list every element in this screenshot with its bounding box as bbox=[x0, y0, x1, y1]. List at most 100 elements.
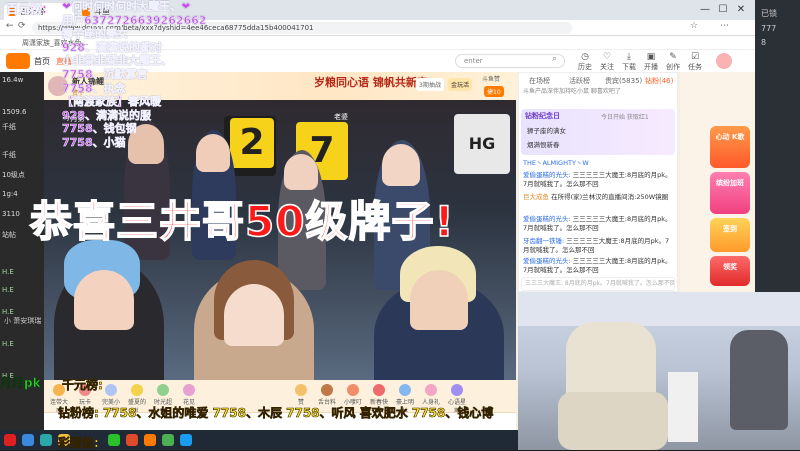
overlay-thousand-rank: 千元榜: bbox=[62, 378, 103, 393]
overlay-rank-line: 928、满满说的服 bbox=[62, 108, 152, 122]
close-icon[interactable]: ✕ bbox=[732, 2, 750, 18]
ad-card[interactable]: 领奖 bbox=[710, 256, 750, 286]
chat-notice: 斗鱼产品深伴加持吃小鼠 聊喜欢吧了 bbox=[523, 88, 621, 95]
follow-icon[interactable]: ♡ 关注 bbox=[596, 52, 618, 72]
open-icon[interactable]: ▣ 开播 bbox=[640, 52, 662, 72]
menu-icon[interactable]: ⋯ bbox=[720, 21, 729, 31]
overlay-rank-line: 【南渡家族】春风暖 bbox=[62, 95, 162, 109]
history-icon[interactable]: ◷ 历史 bbox=[574, 52, 596, 72]
webcam-wall bbox=[518, 292, 800, 326]
overlay-rank-line: 小韭菜韭菜韭大魔王、 bbox=[62, 54, 173, 68]
right-ads: 心动 K歌 缤纷加班 签到 领奖 bbox=[680, 72, 755, 292]
new-year-banner: 岁粮同心语 锦帆共新春 bbox=[314, 76, 428, 89]
wechat-icon[interactable] bbox=[108, 434, 120, 446]
ad-card[interactable]: 缤纷加班 bbox=[710, 172, 750, 214]
left-nav-item[interactable]: 16.4w bbox=[2, 76, 42, 84]
fans-card-sub: 今日开始 获取红1 bbox=[601, 114, 649, 121]
fans-user[interactable]: 烟满恨新春 bbox=[527, 139, 560, 149]
follow-label[interactable]: 斗鱼赞 bbox=[482, 74, 500, 83]
person-face bbox=[382, 144, 420, 186]
gold-button[interactable]: 金玩活 bbox=[448, 78, 473, 91]
overlay-rank-list: ❤何时何时何时大魔王、❤ 用户6372726639262662 狮子座的美女 9… bbox=[62, 0, 207, 150]
star-icon[interactable]: ☆ bbox=[690, 21, 698, 31]
person-face bbox=[74, 270, 134, 330]
overlay-pk-label: 月月pk bbox=[0, 376, 41, 391]
left-nav-item[interactable]: H.E bbox=[2, 340, 42, 348]
nav-home[interactable]: 首页 bbox=[34, 56, 50, 67]
gift-item[interactable]: 花见 bbox=[178, 384, 200, 406]
chat-message: 牙齿翻一铁锤: 三三三三三大魔王:8月底的月pk。7月就喊我了。怎么那不回 bbox=[523, 237, 670, 254]
person-face bbox=[410, 270, 468, 330]
overlay-rank-line: 7758、沉默寡言 bbox=[62, 67, 148, 82]
strip-label: 已锁 bbox=[761, 9, 777, 18]
chat-message: THE丶ALMIGHTY丶W bbox=[523, 159, 589, 167]
left-nav-item[interactable]: 千纸 bbox=[2, 150, 42, 160]
chat-input[interactable]: 三三三大魔王: 8月底的月pk。7月就喊我了。怎么那不回 bbox=[521, 277, 675, 291]
tab-active-rank[interactable]: 活跃榜 bbox=[569, 76, 590, 86]
stage-sign: 老婆 bbox=[334, 113, 348, 121]
avatar[interactable] bbox=[716, 53, 732, 69]
fans-anniversary-card: 钻粉纪念日 今日开始 获取红1 狮子座的满女 烟满恨新春 bbox=[521, 109, 675, 155]
minimize-icon[interactable]: — bbox=[696, 2, 714, 18]
rank-button[interactable]: 3期抽战 bbox=[416, 78, 444, 91]
overlay-rank-line: 7758、小猫 bbox=[62, 135, 126, 150]
chair-seat bbox=[558, 392, 668, 450]
left-nav-item[interactable]: H.E bbox=[2, 286, 42, 294]
gift-item[interactable]: 小嗲叮 bbox=[342, 384, 364, 406]
poster-hg: HG bbox=[454, 114, 510, 174]
poster-number: 2 bbox=[230, 118, 274, 168]
webcam-feed bbox=[518, 292, 800, 450]
ad-card[interactable]: 心动 K歌 bbox=[710, 126, 750, 168]
douyu-logo-icon[interactable] bbox=[6, 53, 30, 69]
overlay-rank-line: 928、满满说的都对 bbox=[62, 40, 163, 54]
tab-diamond-fans[interactable]: 钻粉(46) bbox=[645, 76, 673, 86]
tab-vip[interactable]: 贵宾(5835) bbox=[605, 76, 642, 86]
overlay-congrats-message: 恭喜三井哥50级牌子! bbox=[29, 196, 455, 247]
gift-item[interactable]: 舌台料 bbox=[316, 384, 338, 406]
task-icon[interactable]: ☑ 任务 bbox=[684, 52, 706, 72]
qq-icon[interactable] bbox=[180, 434, 192, 446]
overlay-rank-line: ❤何时何时何时大魔王、❤ bbox=[62, 0, 191, 13]
left-nav-item[interactable]: 小 萧安琪瑞 bbox=[4, 316, 44, 326]
overlay-rank-line: 狮子座的美女 bbox=[62, 27, 129, 41]
strip-label: 777 bbox=[761, 24, 777, 33]
download-icon[interactable]: ⤓ 下载 bbox=[618, 52, 640, 72]
maximize-icon[interactable]: ☐ bbox=[714, 2, 732, 18]
back-icon[interactable]: ← bbox=[6, 21, 14, 31]
chat-message: 爱偷蛋糕的光头: 三三三三三大魔王:8月底的月pk。7月就喊我了。怎么那不回 bbox=[523, 171, 672, 188]
gift-item[interactable]: 赞 bbox=[290, 384, 312, 406]
left-nav-item[interactable]: 1509.6 bbox=[2, 108, 42, 116]
search-input[interactable]: enter bbox=[455, 54, 565, 68]
left-nav-item[interactable]: 10级点 bbox=[2, 170, 42, 180]
chrome-icon[interactable] bbox=[162, 434, 174, 446]
background-object bbox=[668, 372, 698, 442]
left-nav-item[interactable]: H.E bbox=[2, 268, 42, 276]
tab-online-rank[interactable]: 在场榜 bbox=[529, 76, 550, 86]
left-nav-item[interactable]: 千纸 bbox=[2, 122, 42, 132]
person-face bbox=[284, 154, 318, 190]
follow-count-button[interactable]: 捷10 bbox=[484, 86, 504, 97]
chat-message: 巨大成鱼 在所得(家)兰林汉的直播间消:250W镜圈 bbox=[523, 193, 669, 201]
left-nav-item[interactable]: H.E bbox=[2, 308, 42, 316]
store-icon[interactable] bbox=[126, 434, 138, 446]
chat-message: 爱偷蛋糕的光头: 三三三三三大魔王:8月底的月pk。7月就喊我了。怎么那不回 bbox=[523, 215, 672, 232]
ad-card[interactable]: 签到 bbox=[710, 218, 750, 252]
creator-icon[interactable]: ✎ 创作 bbox=[662, 52, 684, 72]
strip-label: 8 bbox=[761, 38, 767, 47]
side-strip: 已锁 777 8 bbox=[755, 0, 800, 292]
reload-icon[interactable]: ⟳ bbox=[18, 21, 26, 31]
overlay-title: 百元榜: bbox=[6, 2, 47, 17]
fans-user[interactable]: 狮子座的满女 bbox=[527, 125, 566, 135]
person-face bbox=[224, 284, 284, 346]
chat-panel: 在场榜 活跃榜 贵宾(5835) 钻粉(46) 斗鱼产品深伴加持吃小鼠 聊喜欢吧… bbox=[518, 72, 678, 292]
overlay-diamond-rank: 钻粉榜: 7758、水姐的唯爱 7758、木辰 7758、听风 喜欢肥水 775… bbox=[58, 406, 494, 421]
douyu-icon[interactable] bbox=[144, 434, 156, 446]
task-view-icon[interactable] bbox=[40, 434, 52, 446]
overlay-egg-group: 彩蛋组: bbox=[58, 436, 99, 451]
chat-message: 爱偷蛋糕的光头: 三三三三三大魔王:8月底的月pk。7月就喊我了。怎么那不回 bbox=[523, 257, 672, 274]
overlay-rank-line: 7758、执念 bbox=[62, 81, 126, 95]
search-icon[interactable]: ⌕ bbox=[552, 54, 557, 64]
overlay-rank-line: 用户6372726639262662 bbox=[62, 13, 207, 27]
start-icon[interactable] bbox=[4, 434, 16, 446]
search-icon[interactable] bbox=[22, 434, 34, 446]
